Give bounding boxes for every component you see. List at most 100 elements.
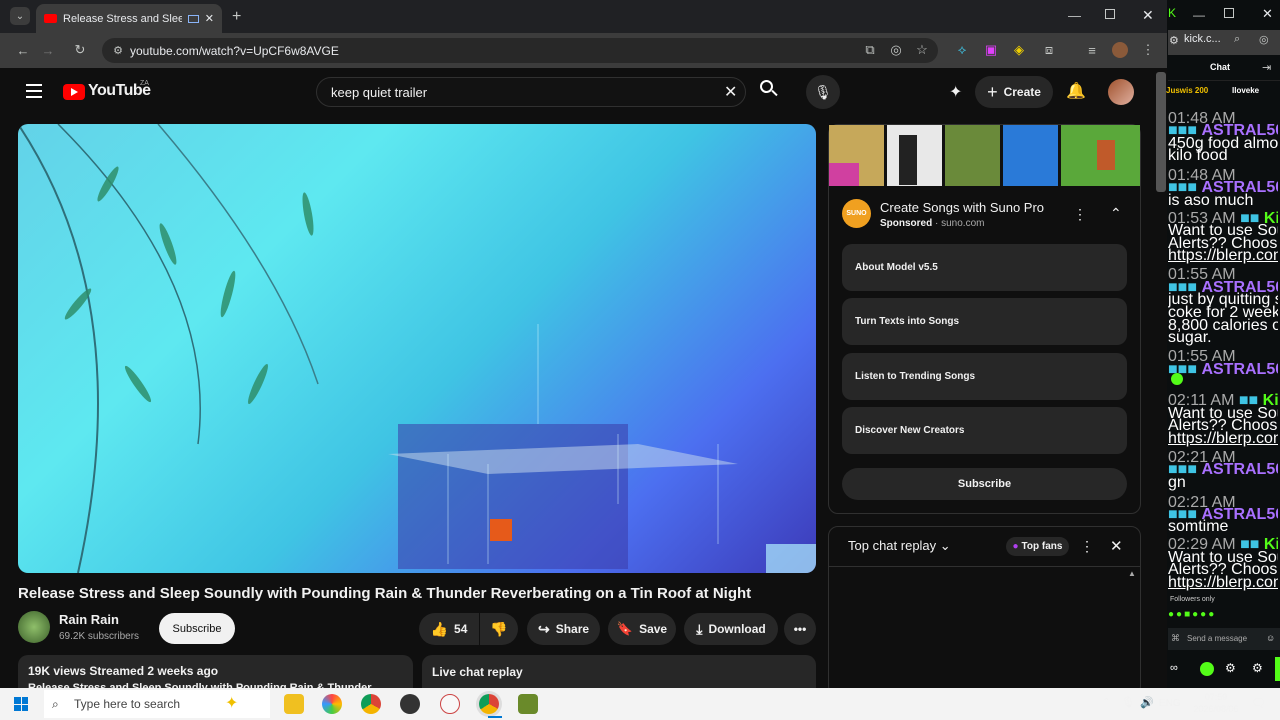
minimize-button[interactable]: — bbox=[1068, 8, 1081, 23]
notifications-tray-icon[interactable]: 🗨 bbox=[1251, 696, 1266, 710]
windows-start-icon[interactable] bbox=[14, 697, 28, 711]
plus-icon: + bbox=[987, 81, 998, 102]
kick-top-user-1[interactable]: Juswis 200 bbox=[1166, 86, 1208, 95]
browser-tab-active[interactable]: Release Stress and Sleep So ✕ bbox=[36, 4, 222, 33]
emoji-icon[interactable]: ☺ bbox=[1266, 633, 1275, 643]
chrome-active-app-icon[interactable] bbox=[479, 694, 499, 714]
close-window-button[interactable]: ✕ bbox=[1142, 7, 1154, 24]
address-bar[interactable]: youtube.com/watch?v=UpCF6w8AVGE bbox=[102, 38, 938, 63]
ad-option-4[interactable]: Discover New Creators bbox=[842, 407, 1127, 454]
emote-bar[interactable]: ●●■●●● bbox=[1168, 609, 1216, 620]
youtube-logo-icon[interactable] bbox=[63, 84, 85, 100]
kick-close-button[interactable]: ✕ bbox=[1262, 6, 1273, 22]
save-button[interactable]: 🔖 Save bbox=[608, 613, 676, 645]
share-button[interactable]: ↪ Share bbox=[527, 613, 600, 645]
kick-points-icon[interactable] bbox=[1200, 662, 1214, 676]
ad-banner-image[interactable] bbox=[829, 125, 1140, 186]
hide-eye-icon[interactable]: ◎ bbox=[887, 41, 905, 59]
kick-message-input[interactable]: ⌘ Send a message ☺ bbox=[1168, 628, 1280, 650]
kick-game-icon[interactable]: ⚙ bbox=[1252, 661, 1263, 675]
chrome-app-icon[interactable] bbox=[361, 694, 381, 714]
file-explorer-icon[interactable] bbox=[284, 694, 304, 714]
k-msg-text: sugar. bbox=[1168, 329, 1212, 346]
voice-search-icon[interactable]: 🎙 bbox=[806, 75, 840, 109]
tray-overflow-icon[interactable]: ⌃ bbox=[1102, 697, 1110, 708]
chat-mode-dropdown[interactable]: Top chat replay ⌄ bbox=[848, 538, 951, 554]
site-info-icon[interactable]: ⚙ bbox=[109, 41, 127, 59]
notifications-bell-icon[interactable]: 🔔 bbox=[1066, 81, 1086, 101]
obs-app-icon[interactable] bbox=[400, 694, 420, 714]
top-fans-button[interactable]: ● Top fans bbox=[1006, 537, 1069, 556]
close-chat-icon[interactable]: ✕ bbox=[1110, 537, 1123, 555]
media-control-icon[interactable]: ≡ bbox=[1083, 41, 1101, 59]
kick-settings-gear-icon[interactable]: ⚙ bbox=[1225, 661, 1236, 675]
ad-option-2[interactable]: Turn Texts into Songs bbox=[842, 298, 1127, 345]
volume-icon[interactable]: 🔊 bbox=[1140, 696, 1154, 709]
kick-chat-tab[interactable]: Chat bbox=[1210, 62, 1230, 72]
snipping-app-icon[interactable] bbox=[440, 694, 460, 714]
subscribe-button[interactable]: Subscribe bbox=[159, 613, 235, 644]
reload-icon[interactable]: ↻ bbox=[71, 41, 89, 59]
more-dots-icon: ••• bbox=[793, 622, 807, 636]
search-icon[interactable] bbox=[760, 80, 780, 100]
clear-search-icon[interactable]: ✕ bbox=[724, 82, 737, 102]
video-player[interactable] bbox=[18, 124, 816, 573]
channel-avatar[interactable] bbox=[18, 611, 50, 643]
ad-menu-icon[interactable]: ⋮ bbox=[1073, 206, 1087, 223]
account-avatar[interactable] bbox=[1108, 79, 1134, 105]
k-msg-link[interactable]: https://blerp.com/x/mcst bbox=[1168, 247, 1278, 265]
extension-3-icon[interactable]: ◈ bbox=[1010, 41, 1028, 59]
k-msg-link[interactable]: https://blerp.com/x/mcst bbox=[1168, 574, 1278, 592]
kick-collapse-icon[interactable]: ⇥ bbox=[1262, 61, 1271, 74]
search-input[interactable]: keep quiet trailer bbox=[316, 77, 746, 107]
create-button[interactable]: + Create bbox=[975, 76, 1053, 108]
more-actions-button[interactable]: ••• bbox=[784, 613, 816, 645]
extension-icon[interactable]: ⟡ bbox=[953, 41, 971, 59]
kick-maximize-button[interactable] bbox=[1224, 8, 1234, 18]
ad-subscribe-button[interactable]: Subscribe bbox=[842, 468, 1127, 500]
chat-menu-icon[interactable]: ⋮ bbox=[1080, 538, 1094, 555]
forward-arrow-icon[interactable]: → bbox=[39, 41, 57, 59]
extension-2-icon[interactable]: ▣ bbox=[982, 41, 1000, 59]
channel-name[interactable]: Rain Rain bbox=[59, 612, 119, 627]
maximize-button[interactable] bbox=[1105, 9, 1115, 19]
bookmark-star-icon[interactable]: ☆ bbox=[913, 41, 931, 59]
guide-menu-icon[interactable] bbox=[26, 84, 42, 98]
tab-search-button[interactable]: ⌄ bbox=[10, 7, 30, 25]
k-msg-user[interactable]: ASTRAL5090 bbox=[1201, 361, 1278, 378]
kick-send-button[interactable] bbox=[1275, 657, 1280, 681]
dislike-button[interactable]: 👎 bbox=[480, 613, 518, 645]
sparkle-icon[interactable]: ✦ bbox=[949, 82, 962, 102]
infinity-icon[interactable]: ∞ bbox=[1170, 662, 1178, 674]
k-msg-link[interactable]: https://blerp.com/x/mcst bbox=[1168, 430, 1278, 448]
advertiser-logo[interactable]: SUNO bbox=[842, 199, 871, 228]
new-tab-button[interactable]: + bbox=[232, 8, 241, 26]
download-button[interactable]: ⤓ Download bbox=[684, 613, 778, 645]
kick-top-user-2[interactable]: Iloveke bbox=[1232, 86, 1259, 95]
kick-hide-eye-icon[interactable]: ◎ bbox=[1259, 33, 1269, 46]
extensions-puzzle-icon[interactable]: ⧈ bbox=[1040, 41, 1058, 59]
tab-close-icon[interactable]: ✕ bbox=[205, 12, 214, 25]
create-label: Create bbox=[1003, 85, 1041, 99]
photos-app-icon[interactable] bbox=[322, 694, 342, 714]
kick-minimize-button[interactable]: — bbox=[1193, 8, 1205, 22]
clock[interactable]: 07:59 2026/08/06 bbox=[1190, 691, 1242, 715]
game-app-icon[interactable] bbox=[518, 694, 538, 714]
microphone-tray-icon[interactable]: 🎙 bbox=[1121, 696, 1135, 709]
ad-option-3[interactable]: Listen to Trending Songs bbox=[842, 353, 1127, 400]
ad-title[interactable]: Create Songs with Suno Pro bbox=[880, 200, 1044, 215]
like-button[interactable]: 👍 54 bbox=[419, 613, 479, 645]
profile-avatar[interactable] bbox=[1112, 42, 1128, 58]
kick-url[interactable]: kick.c... bbox=[1184, 33, 1224, 45]
ad-option-1[interactable]: About Model v5.5 bbox=[842, 244, 1127, 291]
kick-zoom-icon[interactable]: ⌕ bbox=[1234, 33, 1240, 46]
back-arrow-icon[interactable]: ← bbox=[14, 41, 32, 59]
language-indicator[interactable]: ENG bbox=[1159, 698, 1181, 709]
chat-scroll-up-icon[interactable]: ▲ bbox=[1128, 569, 1136, 578]
collapse-chevron-icon[interactable]: ⌃ bbox=[1110, 205, 1122, 222]
message-settings-icon[interactable]: ⌘ bbox=[1171, 633, 1180, 644]
scrollbar[interactable] bbox=[1156, 72, 1166, 192]
install-app-icon[interactable]: ⧉ bbox=[861, 41, 879, 59]
browser-menu-icon[interactable]: ⋮ bbox=[1139, 41, 1157, 59]
taskbar-search-icon: ⌕ bbox=[52, 697, 59, 711]
